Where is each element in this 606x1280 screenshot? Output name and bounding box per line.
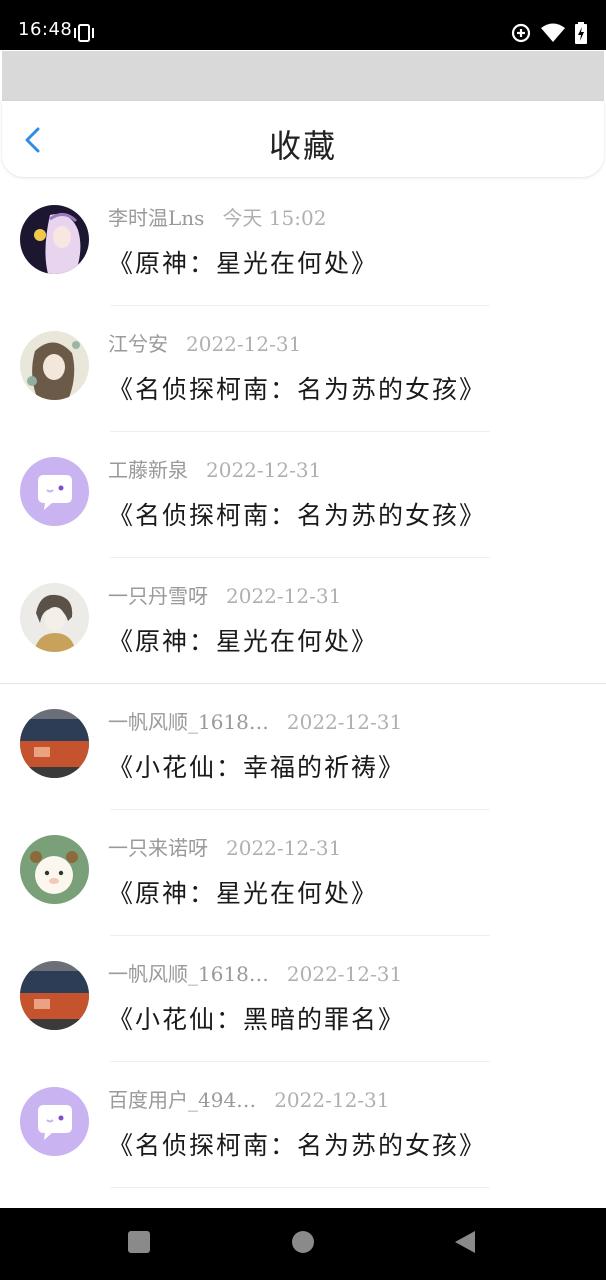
recents-square-icon[interactable] — [127, 1230, 151, 1254]
item-date: 2022-12-31 — [286, 962, 403, 986]
username: 江兮安 — [108, 332, 168, 356]
item-date: 2022-12-31 — [226, 584, 342, 608]
bus-photo-avatar-icon — [20, 709, 89, 778]
username: 一帆风顺_1618… — [108, 710, 269, 734]
avatar[interactable] — [20, 457, 89, 526]
item-meta: 李时温Lns 今天 15:02 — [108, 202, 326, 231]
list-item[interactable]: 一只来诺呀 2022-12-31 《原神：星光在何处》 — [0, 810, 606, 936]
username: 一只来诺呀 — [108, 836, 208, 860]
item-title: 《名侦探柯南：名为苏的女孩》 — [108, 501, 487, 530]
back-triangle-icon[interactable] — [453, 1230, 477, 1254]
list-item[interactable]: 工藤新泉 2022-12-31 《名侦探柯南：名为苏的女孩》 — [0, 432, 606, 558]
status-bar: 16:48 — [0, 0, 606, 50]
page-title: 收藏 — [268, 127, 337, 165]
item-title: 《原神：星光在何处》 — [108, 249, 379, 278]
vibrate-icon — [74, 24, 94, 42]
item-meta: 工藤新泉 2022-12-31 — [108, 454, 321, 483]
item-title: 《原神：星光在何处》 — [108, 627, 379, 656]
placeholder-banner — [2, 51, 604, 101]
sheep-avatar-icon — [20, 835, 89, 904]
anime-girl-avatar-icon — [20, 205, 89, 274]
list-item[interactable]: 一只丹雪呀 2022-12-31 《原神：星光在何处》 — [0, 558, 606, 684]
wifi-icon — [541, 23, 565, 42]
avatar[interactable] — [20, 1087, 89, 1156]
item-meta: 一只来诺呀 2022-12-31 — [108, 832, 341, 861]
item-meta: 江兮安 2022-12-31 — [108, 328, 301, 357]
list-item[interactable]: 一帆风顺_1618… 2022-12-31 《小花仙：幸福的祈祷》 — [0, 684, 606, 810]
list-item[interactable]: 江兮安 2022-12-31 《名侦探柯南：名为苏的女孩》 — [0, 306, 606, 432]
bus-photo-avatar-icon — [20, 961, 89, 1030]
battery-icon — [575, 22, 587, 44]
item-date: 2022-12-31 — [286, 710, 403, 734]
item-title: 《原神：星光在何处》 — [108, 879, 379, 908]
username: 一帆风顺_1618… — [108, 962, 269, 986]
avatar[interactable] — [20, 331, 89, 400]
item-date: 2022-12-31 — [226, 836, 342, 860]
header: 收藏 — [2, 101, 604, 177]
username: 百度用户_494… — [108, 1088, 257, 1112]
item-title: 《小花仙：幸福的祈祷》 — [108, 753, 406, 782]
item-date: 2022-12-31 — [206, 458, 322, 482]
avatar[interactable] — [20, 709, 89, 778]
avatar[interactable] — [20, 961, 89, 1030]
avatar[interactable] — [20, 205, 89, 274]
username: 一只丹雪呀 — [108, 584, 208, 608]
item-meta: 百度用户_494… 2022-12-31 — [108, 1084, 390, 1113]
illustration-avatar-icon — [20, 331, 89, 400]
sketch-boy-avatar-icon — [20, 583, 89, 652]
avatar[interactable] — [20, 583, 89, 652]
list-item[interactable]: 百度用户_494… 2022-12-31 《名侦探柯南：名为苏的女孩》 — [0, 1062, 606, 1188]
favorites-list: 李时温Lns 今天 15:02 《原神：星光在何处》 江兮安 2022-12-31 … — [0, 180, 606, 1188]
system-nav-bar — [0, 1208, 606, 1280]
home-circle-icon[interactable] — [291, 1230, 315, 1254]
item-date: 2022-12-31 — [186, 332, 302, 356]
item-meta: 一只丹雪呀 2022-12-31 — [108, 580, 341, 609]
list-item[interactable]: 一帆风顺_1618… 2022-12-31 《小花仙：黑暗的罪名》 — [0, 936, 606, 1062]
item-title: 《名侦探柯南：名为苏的女孩》 — [108, 1131, 487, 1160]
item-date: 今天 15:02 — [222, 206, 327, 230]
data-saver-icon — [511, 23, 531, 43]
chat-bubble-avatar-icon — [20, 1087, 89, 1156]
avatar[interactable] — [20, 835, 89, 904]
item-date: 2022-12-31 — [274, 1088, 390, 1112]
username: 李时温Lns — [108, 206, 205, 230]
item-meta: 一帆风顺_1618… 2022-12-31 — [108, 706, 402, 735]
item-meta: 一帆风顺_1618… 2022-12-31 — [108, 958, 402, 987]
item-title: 《小花仙：黑暗的罪名》 — [108, 1005, 406, 1034]
item-title: 《名侦探柯南：名为苏的女孩》 — [108, 375, 487, 404]
chat-bubble-avatar-icon — [20, 457, 89, 526]
status-time: 16:48 — [18, 19, 73, 40]
divider — [110, 1187, 490, 1188]
list-item[interactable]: 李时温Lns 今天 15:02 《原神：星光在何处》 — [0, 180, 606, 306]
username: 工藤新泉 — [108, 458, 188, 482]
